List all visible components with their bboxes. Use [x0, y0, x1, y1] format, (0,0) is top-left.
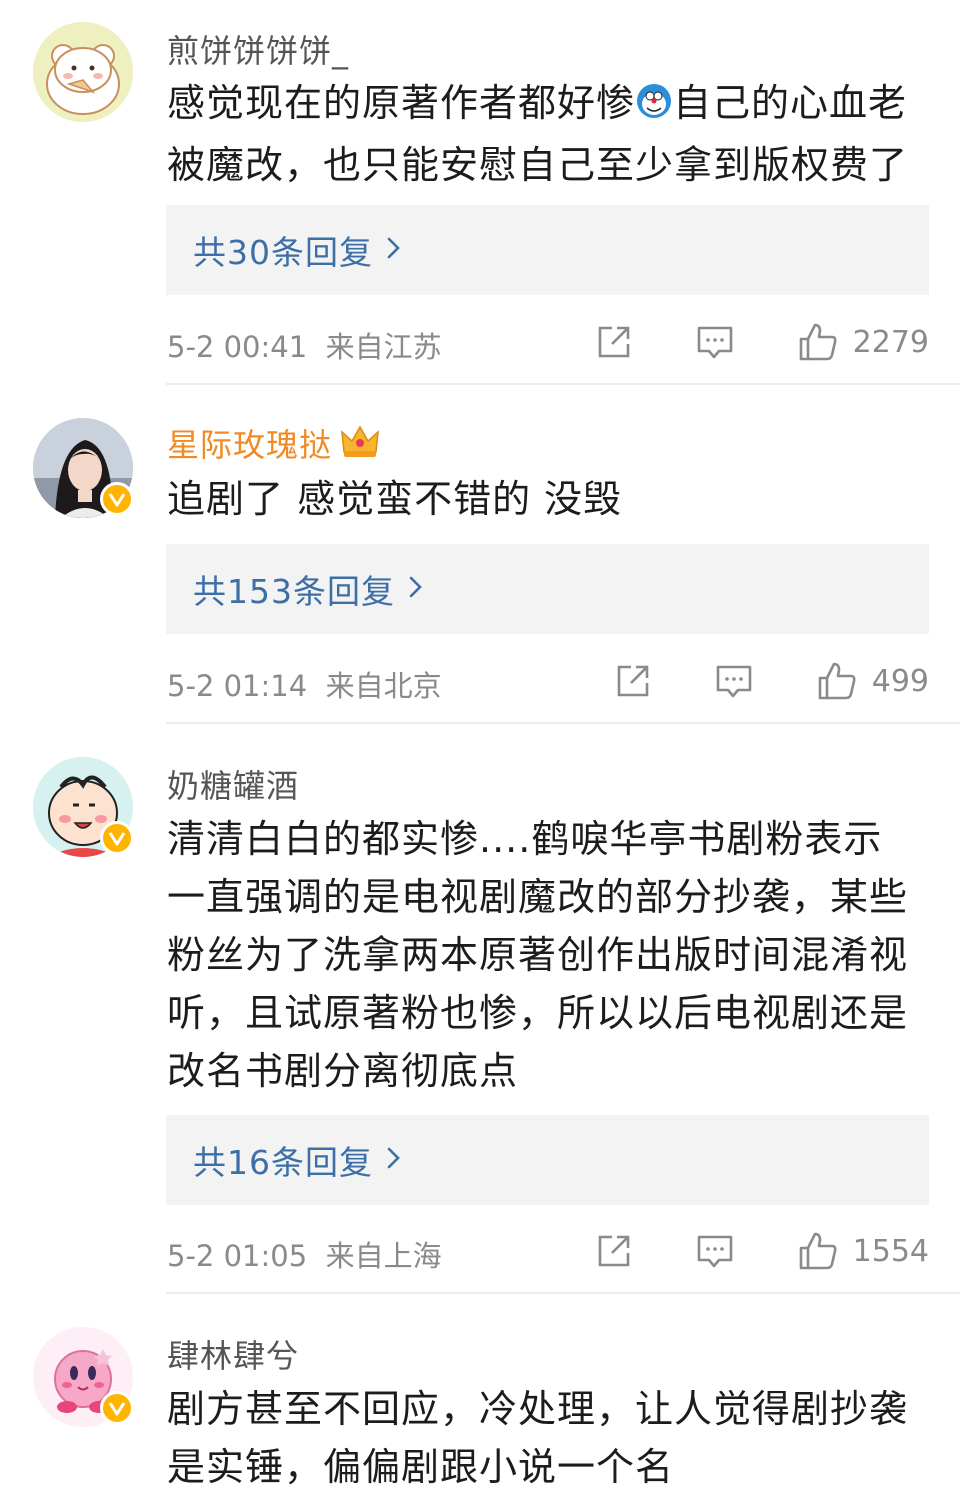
time-text: 5-2 00:41 [167, 330, 308, 364]
location-text: 来自江苏 [325, 330, 442, 364]
username[interactable]: 肆林肆兮 [167, 1331, 299, 1377]
timestamp: 5-2 01:05 来自上海 [167, 1233, 442, 1275]
divider [166, 1292, 960, 1294]
avatar[interactable] [33, 757, 134, 857]
verified-badge-icon [100, 1391, 134, 1425]
verified-badge-icon [100, 482, 134, 516]
repost-button[interactable] [595, 1232, 633, 1270]
repost-button[interactable] [595, 323, 633, 361]
replies-label: 共153条回复 [193, 572, 395, 611]
doraemon-emoji-icon [635, 78, 673, 136]
like-button[interactable]: 2279 [797, 321, 929, 363]
view-replies-button[interactable]: 共153条回复 [166, 544, 929, 634]
comment-text: 剧方甚至不回应，冷处理，让人觉得剧抄袭 是实锤，偏偏剧跟小说一个名 [167, 1387, 909, 1489]
chevron-right-icon [387, 1146, 401, 1174]
verified-badge-icon [100, 821, 134, 855]
username-text: 星际玫瑰挞 [167, 426, 333, 464]
avatar[interactable] [33, 22, 133, 122]
time-text: 5-2 01:14 [167, 669, 308, 703]
comment-icon [716, 665, 752, 698]
divider [166, 722, 960, 724]
chevron-right-icon [387, 236, 401, 264]
like-count: 1554 [852, 1233, 929, 1269]
comment-actions: 499 [614, 659, 929, 703]
avatar[interactable] [33, 418, 134, 518]
share-icon [617, 665, 649, 697]
comment-meta: 5-2 01:05 来自上海 1554 [167, 1229, 929, 1273]
repost-button[interactable] [614, 662, 652, 700]
view-replies-button[interactable]: 共16条回复 [166, 1115, 929, 1205]
share-icon [598, 1235, 629, 1267]
comment-actions: 1554 [595, 1229, 929, 1273]
location-text: 来自北京 [325, 669, 442, 703]
divider [166, 383, 960, 385]
like-button[interactable]: 499 [816, 660, 929, 702]
chevron-right-icon [409, 575, 423, 603]
hamster-avatar-icon [33, 22, 133, 122]
comment-icon [697, 326, 732, 359]
crown-icon [340, 424, 380, 468]
comment-meta: 5-2 01:14 来自北京 499 [167, 659, 929, 703]
thumbs-up-icon [799, 323, 837, 361]
username[interactable]: 煎饼饼饼饼_ [167, 26, 349, 72]
like-button[interactable]: 1554 [797, 1230, 929, 1272]
reply-button[interactable] [714, 662, 754, 700]
comment-text: 清清白白的都实惨....鹤唳华亭书剧粉表示 一直强调的是电视剧魔改的部分抄袭，某… [167, 817, 909, 1093]
location-text: 来自上海 [325, 1239, 442, 1273]
replies-label: 共16条回复 [193, 1143, 373, 1182]
comment-text: 追剧了 感觉蛮不错的 没毁 [167, 477, 623, 521]
thumbs-up-icon [818, 662, 856, 700]
comment-actions: 2279 [595, 320, 929, 364]
comment-icon [697, 1235, 732, 1268]
like-count: 499 [871, 663, 929, 699]
comment-text-part: 感觉现在的原著作者都好惨 [167, 81, 636, 125]
comment-text: 感觉现在的原著作者都好惨 自己的心血老 被魔改，也只能安慰自己至少拿到版权费了 [167, 74, 937, 194]
replies-label: 共30条回复 [193, 233, 373, 272]
reply-button[interactable] [695, 1232, 735, 1270]
reply-button[interactable] [695, 323, 735, 361]
timestamp: 5-2 01:14 来自北京 [167, 663, 442, 705]
thumbs-up-icon [799, 1232, 837, 1270]
like-count: 2279 [852, 324, 929, 360]
username[interactable]: 星际玫瑰挞 [167, 420, 380, 468]
time-text: 5-2 01:05 [167, 1239, 308, 1273]
username[interactable]: 奶糖罐酒 [167, 761, 299, 807]
view-replies-button[interactable]: 共30条回复 [166, 205, 929, 295]
avatar[interactable] [33, 1327, 134, 1427]
comment-meta: 5-2 00:41 来自江苏 2279 [167, 320, 929, 364]
timestamp: 5-2 00:41 来自江苏 [167, 324, 442, 366]
share-icon [598, 326, 629, 358]
